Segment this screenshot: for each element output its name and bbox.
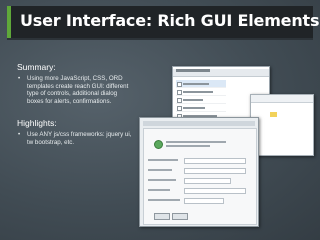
- success-check-icon: [154, 140, 163, 149]
- title-bar: User Interface: Rich GUI Elements: [7, 6, 319, 38]
- summary-bullet-text: Using more JavaScript, CSS, ORD template…: [27, 75, 129, 105]
- highlights-heading: Highlights:: [17, 118, 57, 129]
- summary-heading: Summary:: [17, 62, 56, 72]
- slide-title: User Interface: Rich GUI Elements: [20, 11, 320, 30]
- summary-bullet: • Using more JavaScript, CSS, ORD templa…: [17, 75, 135, 105]
- calendar-screenshot: [250, 94, 314, 156]
- highlights-bullet-text: Use ANY js/css frameworks: jquery ui, tw…: [27, 131, 132, 146]
- text-column: Summary: • Using more JavaScript, CSS, O…: [17, 62, 135, 147]
- title-accent-bar: [7, 6, 11, 38]
- highlights-bullet: • Use ANY js/css frameworks: jquery ui, …: [17, 131, 135, 146]
- bullet-dot-icon: •: [18, 131, 21, 139]
- bullet-dot-icon: •: [18, 75, 21, 82]
- form-screenshot: [139, 117, 259, 227]
- title-divider: [7, 38, 313, 40]
